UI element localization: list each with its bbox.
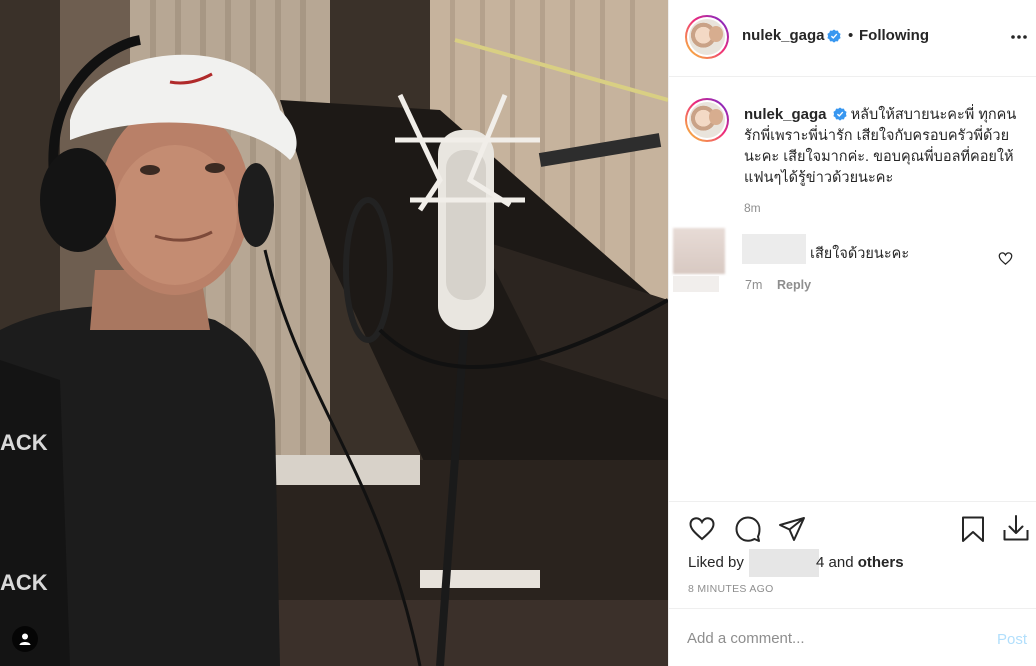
comment-icon[interactable] bbox=[734, 515, 762, 543]
liked-and: and bbox=[828, 554, 854, 571]
author-username[interactable]: nulek_gaga bbox=[742, 27, 825, 44]
verified-badge-icon bbox=[827, 29, 841, 43]
author-avatar[interactable] bbox=[685, 15, 729, 59]
commenter-avatar-redacted[interactable] bbox=[673, 228, 725, 274]
post-timestamp[interactable]: 8 MINUTES AGO bbox=[688, 583, 774, 595]
caption-timestamp[interactable]: 8m bbox=[744, 201, 761, 215]
liked-others-link[interactable]: others bbox=[858, 554, 904, 571]
liker-username-redacted[interactable] bbox=[749, 549, 819, 577]
header-separator: • bbox=[848, 27, 854, 44]
more-options-icon[interactable] bbox=[1008, 26, 1030, 48]
heart-icon[interactable] bbox=[688, 515, 716, 543]
svg-text:ACK: ACK bbox=[0, 570, 48, 595]
liked-by-label: Liked by bbox=[688, 554, 744, 571]
comment-timestamp[interactable]: 7m bbox=[745, 278, 762, 292]
post-caption: nulek_gaga หลับให้สบายนะคะพี่ ทุกคนรักพี… bbox=[744, 104, 1019, 189]
add-comment-input[interactable] bbox=[687, 627, 977, 649]
download-icon[interactable] bbox=[1002, 514, 1030, 542]
svg-text:ACK: ACK bbox=[0, 430, 48, 455]
commenter-avatar-redacted-lower bbox=[673, 276, 719, 292]
comment-heart-icon[interactable] bbox=[998, 251, 1013, 266]
comment-text: เสียใจด้วยนะคะ bbox=[810, 246, 910, 262]
post-comment-button[interactable]: Post bbox=[997, 631, 1027, 648]
post-actions: Liked by 4 and others 8 MINUTES AGO bbox=[669, 501, 1036, 608]
caption-author-avatar[interactable] bbox=[685, 98, 729, 142]
tagged-user-icon[interactable] bbox=[12, 626, 38, 652]
liked-by-tail: 4 and others bbox=[816, 554, 904, 571]
commenter-username-redacted[interactable] bbox=[742, 234, 806, 264]
share-icon[interactable] bbox=[778, 515, 806, 543]
caption-verified-badge-icon bbox=[833, 107, 847, 121]
caption-username[interactable]: nulek_gaga bbox=[744, 106, 827, 123]
add-comment-bar: Post bbox=[669, 608, 1036, 666]
post-sidebar: nulek_gaga • Following nulek_gaga หลับให… bbox=[668, 0, 1036, 666]
save-icon[interactable] bbox=[959, 515, 987, 543]
liked-count-suffix: 4 bbox=[816, 554, 825, 571]
post-photo-illustration: ACK ACK bbox=[0, 0, 668, 666]
comment-reply-button[interactable]: Reply bbox=[777, 278, 811, 292]
post-header: nulek_gaga • Following bbox=[669, 0, 1036, 77]
following-button[interactable]: Following bbox=[859, 27, 929, 44]
post-photo[interactable]: ACK ACK bbox=[0, 0, 668, 666]
